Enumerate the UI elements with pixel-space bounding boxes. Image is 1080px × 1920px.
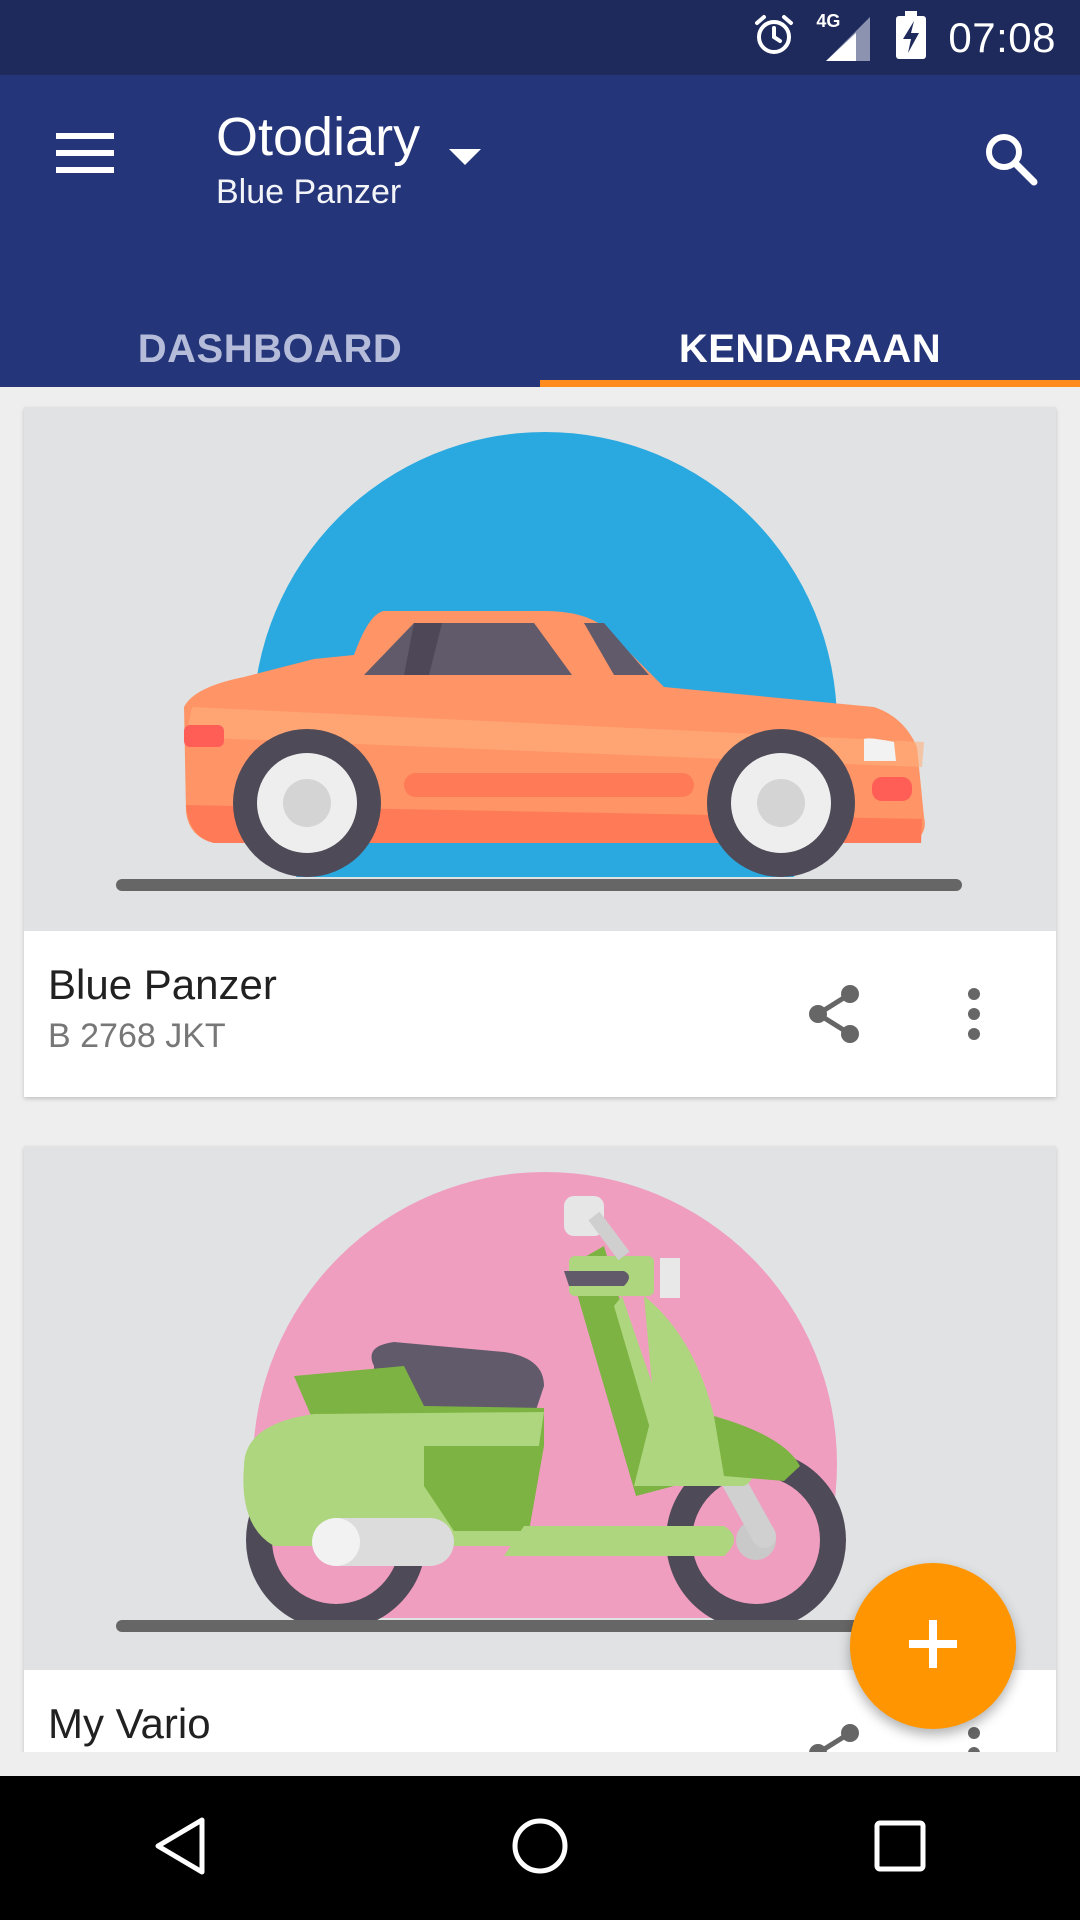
alarm-icon (752, 13, 796, 62)
app-bar: Otodiary Blue Panzer DASHBOARD KENDARAAN (0, 75, 1080, 387)
vehicle-dropdown-button[interactable] (440, 135, 490, 185)
network-label: 4G (816, 10, 841, 31)
tab-kendaraan[interactable]: KENDARAAN (540, 305, 1080, 387)
back-icon (152, 1816, 208, 1881)
signal-icon: 4G (816, 10, 874, 63)
share-icon (804, 1721, 864, 1752)
share-icon (804, 982, 864, 1051)
menu-icon (56, 131, 114, 180)
vehicle-card-footer: Blue Panzer B 2768 JKT (24, 931, 1056, 1097)
plus-icon (909, 1619, 957, 1673)
more-vert-icon (966, 1726, 982, 1752)
system-nav-bar (0, 1776, 1080, 1920)
vehicle-plate: B 2768 JKT (48, 1017, 226, 1055)
recents-icon (874, 1820, 926, 1877)
more-options-button[interactable] (944, 976, 1004, 1056)
menu-button[interactable] (40, 115, 130, 195)
vehicle-image (24, 407, 1056, 931)
share-button[interactable] (794, 1715, 874, 1752)
battery-charging-icon (896, 11, 927, 64)
add-vehicle-fab[interactable] (850, 1563, 1016, 1729)
vehicle-list[interactable]: Blue Panzer B 2768 JKT My Vario (0, 387, 1080, 1752)
status-time: 07:08 (948, 13, 1056, 61)
back-button[interactable] (120, 1788, 240, 1908)
car-illustration (24, 432, 1056, 931)
search-icon (982, 130, 1038, 191)
selected-vehicle-subtitle: Blue Panzer (216, 173, 402, 211)
search-button[interactable] (970, 120, 1050, 200)
status-bar: 4G 07:08 (0, 0, 1080, 75)
home-icon (510, 1816, 570, 1881)
dropdown-arrow-icon (449, 148, 481, 172)
status-icons: 4G 07:08 (752, 0, 1056, 75)
home-button[interactable] (480, 1788, 600, 1908)
share-button[interactable] (794, 976, 874, 1056)
vehicle-name: Blue Panzer (48, 961, 277, 1008)
vehicle-name: My Vario (48, 1700, 211, 1747)
recents-button[interactable] (840, 1788, 960, 1908)
vehicle-card[interactable]: Blue Panzer B 2768 JKT (24, 407, 1056, 1097)
tab-dashboard[interactable]: DASHBOARD (0, 305, 540, 387)
title-block[interactable]: Otodiary Blue Panzer (216, 105, 420, 215)
tab-bar: DASHBOARD KENDARAAN (0, 305, 1080, 387)
app-title: Otodiary (216, 107, 421, 167)
more-vert-icon (966, 987, 982, 1045)
